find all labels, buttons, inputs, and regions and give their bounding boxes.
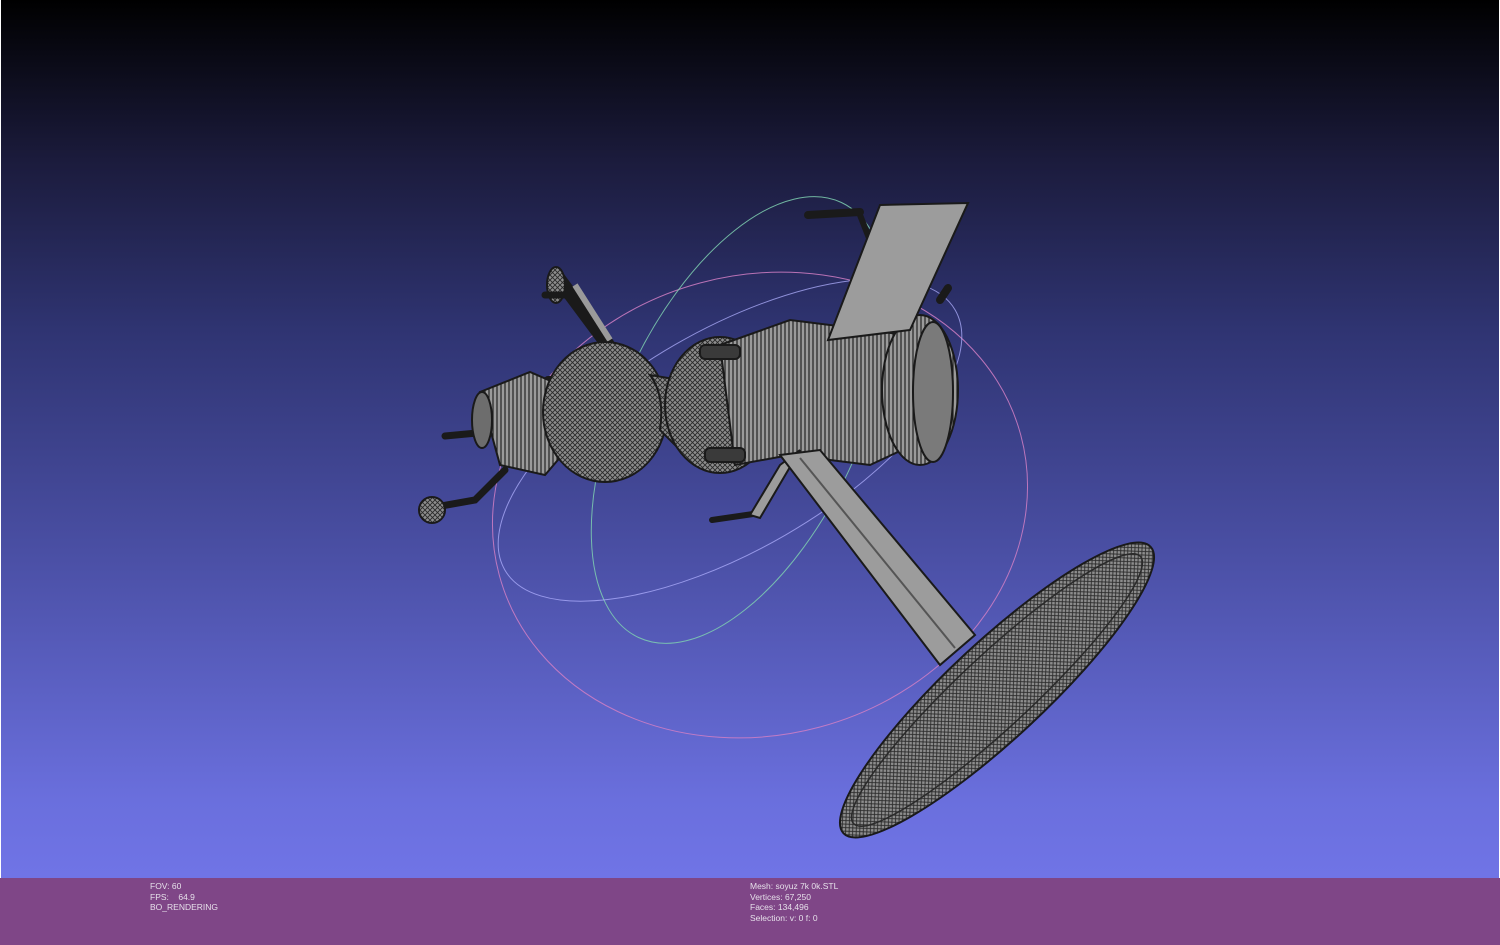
viewport-canvas[interactable] <box>0 0 1500 878</box>
render-info-panel: FOV: 60 FPS: 64.9 BO_RENDERING <box>150 881 218 913</box>
viewport-frame-left <box>0 0 1 878</box>
faces-label: Faces: 134,496 <box>750 902 809 912</box>
3d-viewport[interactable] <box>0 0 1500 878</box>
info-bar: FOV: 60 FPS: 64.9 BO_RENDERING Mesh: soy… <box>0 878 1500 945</box>
mesh-model-soyuz[interactable] <box>418 201 1183 868</box>
render-mode-label: BO_RENDERING <box>150 902 219 912</box>
selection-label: Selection: v: 0 f: 0 <box>750 912 818 923</box>
fov-label: FOV: 60 <box>150 881 182 891</box>
mesh-name-label: Mesh: soyuz 7k 0k.STL <box>750 881 839 891</box>
fps-label: FPS: 64.9 <box>150 891 195 902</box>
vertices-label: Vertices: 67,250 <box>750 891 811 902</box>
mesh-info-panel: Mesh: soyuz 7k 0k.STL Vertices: 67,250 F… <box>750 881 838 923</box>
